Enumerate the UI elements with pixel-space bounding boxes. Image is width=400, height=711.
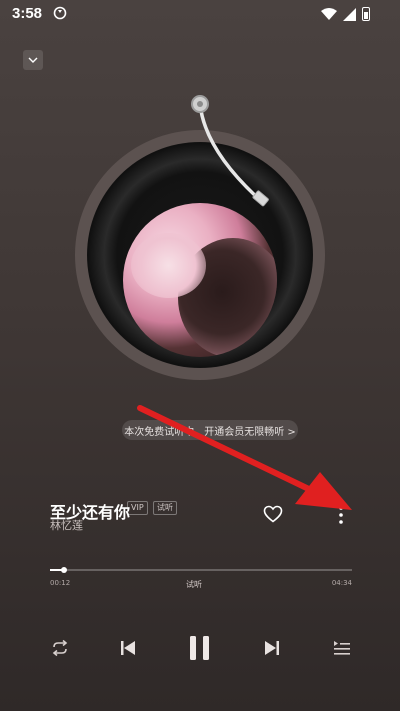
trial-label: 试听 [186,580,202,589]
progress-knob[interactable] [61,567,68,573]
trial-tip-banner[interactable]: 本次免费试听中，开通会员无限畅听 > [122,420,298,440]
heart-icon[interactable] [263,505,283,523]
repeat-button[interactable] [48,630,72,666]
skip-previous-icon [121,641,135,655]
elapsed-time: 00:12 [50,579,71,587]
artist-name[interactable]: 林忆莲 [50,517,83,533]
repeat-icon [52,639,68,657]
pause-icon [190,636,209,660]
more-vertical-icon[interactable] [336,505,346,525]
playlist-button[interactable] [330,630,354,666]
tonearm [191,95,269,207]
progress-bar[interactable] [50,567,352,573]
previous-button[interactable] [116,630,140,666]
album-cover [123,203,277,357]
skip-next-icon [265,641,279,655]
duration-time: 04:34 [331,579,352,587]
next-button[interactable] [260,630,284,666]
pause-button[interactable] [185,630,215,666]
trial-badge: 试听 [153,501,177,515]
playlist-icon [334,641,350,655]
cover-face [131,233,206,298]
vip-badge: VIP [127,501,148,515]
playback-controls [0,630,400,670]
